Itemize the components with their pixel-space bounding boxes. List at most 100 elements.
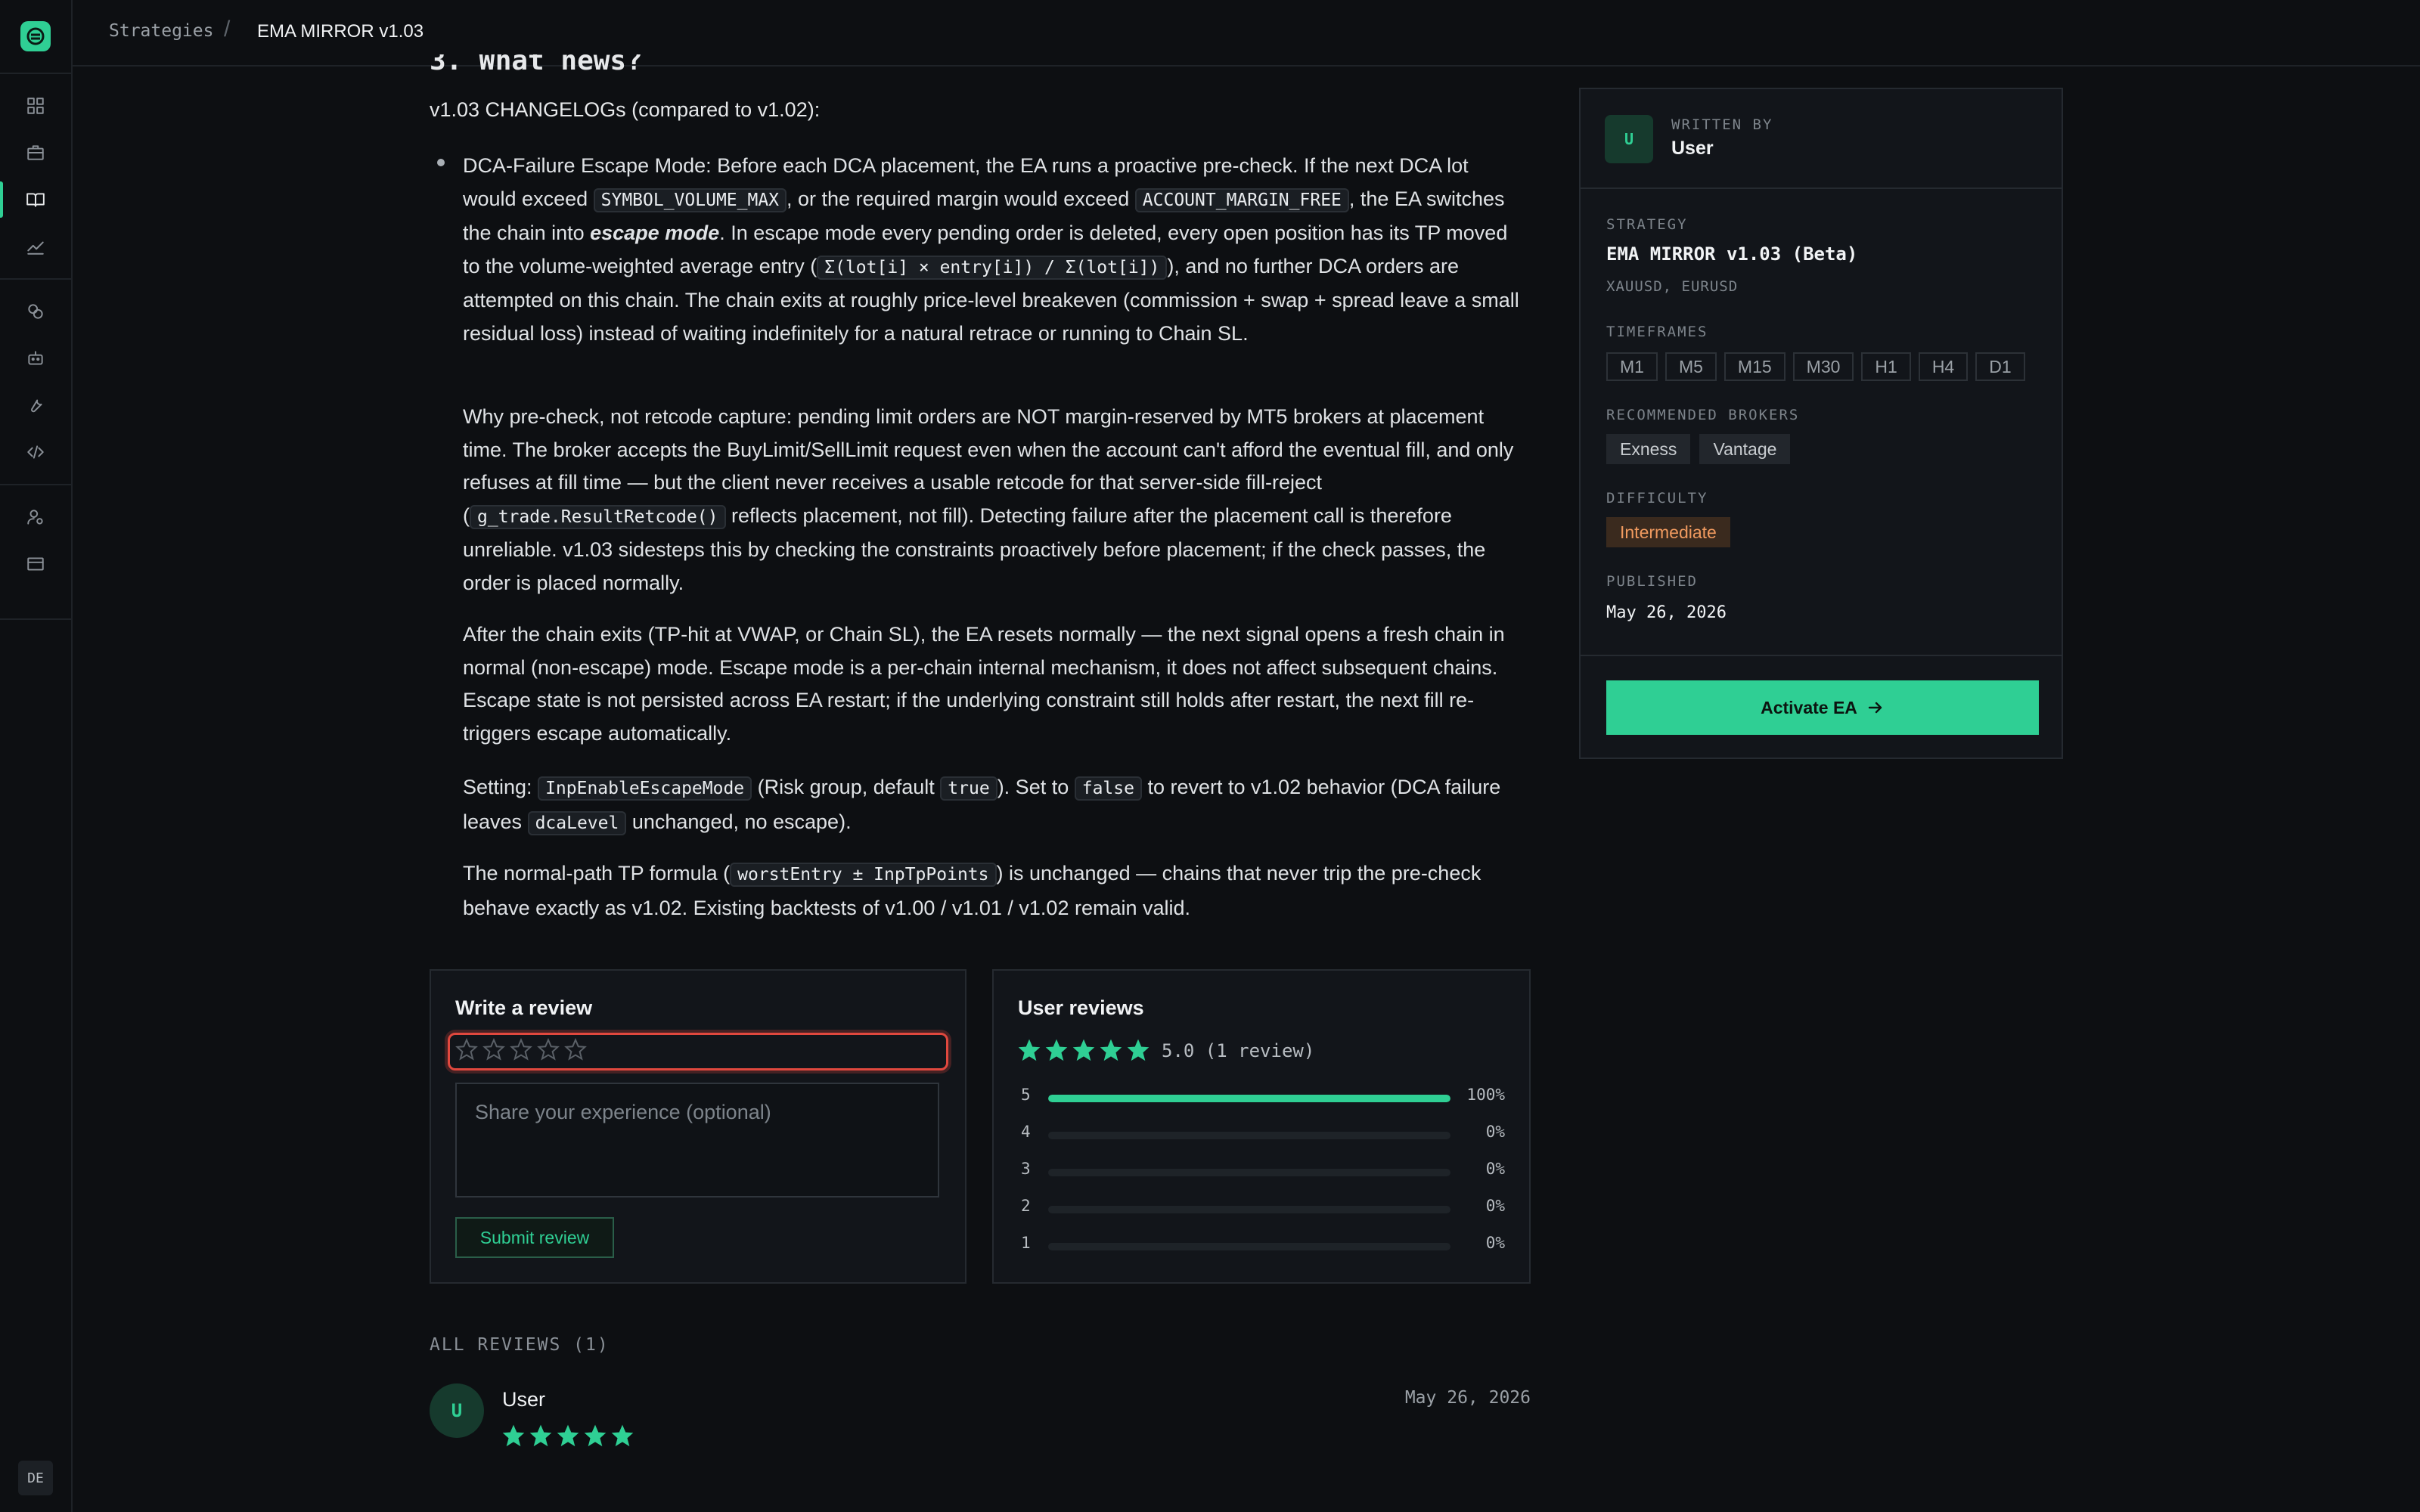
- breadcrumb-strategies-link[interactable]: Strategies: [109, 21, 213, 41]
- star-filled-icon: [1100, 1039, 1122, 1061]
- distribution-percent: 0%: [1485, 1160, 1505, 1178]
- star-empty-icon[interactable]: [455, 1038, 478, 1061]
- brokers-list: Exness Vantage: [1606, 434, 1791, 464]
- rating-stars-input[interactable]: [455, 1038, 587, 1061]
- sidebar-divider: [0, 484, 71, 485]
- distribution-percent: 0%: [1485, 1234, 1505, 1252]
- star-filled-icon: [557, 1424, 579, 1447]
- timeframe-chip: M30: [1792, 352, 1854, 381]
- distribution-bar-track: [1048, 1243, 1450, 1250]
- changelog-title: v1.03 CHANGELOGs (compared to v1.02):: [430, 98, 821, 121]
- code-false: false: [1074, 776, 1142, 801]
- distribution-percent: 100%: [1466, 1086, 1505, 1104]
- published-label: PUBLISHED: [1606, 573, 1698, 590]
- timeframe-chip: D1: [1975, 352, 2025, 381]
- activate-ea-label: Activate EA: [1761, 697, 1857, 717]
- code-icon[interactable]: [0, 431, 71, 473]
- dashboard-icon[interactable]: [0, 85, 71, 127]
- write-review-title: Write a review: [455, 996, 593, 1019]
- difficulty-badge: Intermediate: [1606, 517, 1730, 547]
- broker-chip: Exness: [1606, 434, 1691, 464]
- sidebar-divider: [0, 73, 71, 74]
- timeframes-list: M1 M5 M15 M30 H1 H4 D1: [1606, 352, 2025, 381]
- changelog-paragraph-precheck: Why pre-check, not retcode capture: pend…: [463, 405, 1514, 594]
- distribution-star-level: 5: [1021, 1086, 1031, 1104]
- star-filled-icon: [1127, 1039, 1150, 1061]
- average-rating-stars: [1018, 1039, 1150, 1061]
- strategy-info-panel: U WRITTEN BY User STRATEGY EMA MIRROR v1…: [1579, 88, 2063, 759]
- changelog-paragraph-escape-mode: DCA-Failure Escape Mode: Before each DCA…: [463, 154, 1519, 345]
- strategy-name: EMA MIRROR v1.03 (Beta): [1606, 243, 1858, 265]
- star-filled-icon: [529, 1424, 552, 1447]
- distribution-star-level: 1: [1021, 1234, 1031, 1252]
- code-account-margin-free: ACCOUNT_MARGIN_FREE: [1134, 187, 1349, 212]
- language-switch-button[interactable]: DE: [18, 1461, 53, 1495]
- panel-divider: [1581, 655, 2062, 656]
- breadcrumb-separator: /: [224, 17, 231, 42]
- code-true: true: [940, 776, 997, 801]
- star-filled-icon: [502, 1424, 525, 1447]
- star-filled-icon: [584, 1424, 607, 1447]
- panel-divider: [1581, 187, 2062, 189]
- activate-ea-button[interactable]: Activate EA: [1606, 680, 2039, 735]
- robot-icon[interactable]: [0, 337, 71, 380]
- arrow-right-icon: [1868, 702, 1882, 714]
- sidebar: DE: [0, 0, 73, 1512]
- changelog-paragraph-setting: Setting: InpEnableEscapeMode (Risk group…: [463, 771, 1522, 840]
- rating-distribution-row: 2 0%: [1021, 1197, 1505, 1219]
- rating-summary: 5.0 (1 review): [1162, 1040, 1315, 1061]
- star-filled-icon: [1018, 1039, 1041, 1061]
- review-text-input[interactable]: Share your experience (optional): [455, 1083, 939, 1198]
- author-name: User: [1671, 138, 1714, 159]
- strategies-book-icon[interactable]: [0, 178, 71, 221]
- sidebar-divider: [0, 278, 71, 280]
- chart-line-icon[interactable]: [0, 225, 71, 268]
- reviewer-avatar: U: [430, 1383, 484, 1438]
- code-tp-formula: worstEntry ± InpTpPoints: [730, 863, 997, 887]
- star-filled-icon: [611, 1424, 634, 1447]
- distribution-bar-fill: [1048, 1095, 1450, 1102]
- code-result-retcode: g_trade.ResultRetcode(): [470, 504, 726, 529]
- star-empty-icon[interactable]: [537, 1038, 560, 1061]
- star-filled-icon: [1045, 1039, 1068, 1061]
- user-settings-icon[interactable]: [0, 496, 71, 538]
- distribution-percent: 0%: [1485, 1197, 1505, 1215]
- timeframes-label: TIMEFRAMES: [1606, 324, 1708, 340]
- author-avatar: U: [1605, 115, 1653, 163]
- code-vwap-formula: Σ(lot[i] × entry[i]) / Σ(lot[i]): [817, 255, 1168, 280]
- briefcase-icon[interactable]: [0, 132, 71, 174]
- rating-distribution-row: 4 0%: [1021, 1123, 1505, 1145]
- review-date: May 26, 2026: [1404, 1388, 1531, 1408]
- reviewer-name: User: [502, 1388, 546, 1411]
- star-empty-icon[interactable]: [564, 1038, 587, 1061]
- rating-distribution-row: 3 0%: [1021, 1160, 1505, 1182]
- changelog-paragraph-tp-formula: The normal-path TP formula (worstEntry ±…: [463, 862, 1481, 919]
- wrench-icon[interactable]: [0, 384, 71, 426]
- published-date: May 26, 2026: [1606, 603, 1727, 622]
- code-symbol-volume-max: SYMBOL_VOLUME_MAX: [593, 187, 787, 212]
- timeframe-chip: H1: [1861, 352, 1911, 381]
- distribution-percent: 0%: [1485, 1123, 1505, 1141]
- broker-chip: Vantage: [1699, 434, 1791, 464]
- rating-distribution-row: 1 0%: [1021, 1234, 1505, 1256]
- timeframe-chip: M1: [1606, 352, 1658, 381]
- timeframe-chip: H4: [1918, 352, 1969, 381]
- code-dca-level: dcaLevel: [527, 810, 627, 835]
- breadcrumb-current: EMA MIRROR v1.03: [257, 21, 424, 42]
- distribution-bar-track: [1048, 1095, 1450, 1102]
- all-reviews-heading: ALL REVIEWS (1): [430, 1335, 610, 1355]
- strategy-symbols: XAUUSD, EURUSD: [1606, 278, 1739, 295]
- star-empty-icon[interactable]: [510, 1038, 532, 1061]
- top-bar: Strategies / EMA MIRROR v1.03: [73, 0, 2420, 67]
- billing-card-icon[interactable]: [0, 543, 71, 585]
- user-reviews-title: User reviews: [1018, 996, 1144, 1019]
- brokers-label: RECOMMENDED BROKERS: [1606, 407, 1800, 423]
- app-logo-icon[interactable]: [20, 21, 51, 51]
- star-empty-icon[interactable]: [482, 1038, 505, 1061]
- list-bullet: [437, 159, 445, 166]
- strategy-label: STRATEGY: [1606, 216, 1688, 233]
- distribution-bar-track: [1048, 1206, 1450, 1213]
- submit-review-button[interactable]: Submit review: [455, 1217, 614, 1258]
- link-icon[interactable]: [0, 290, 71, 333]
- difficulty-label: DIFFICULTY: [1606, 490, 1708, 507]
